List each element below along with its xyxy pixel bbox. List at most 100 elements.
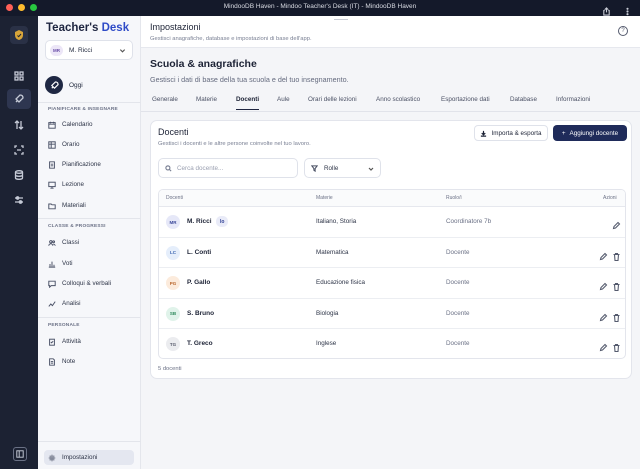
teachers-count: 5 docenti bbox=[158, 366, 182, 372]
section-label-class: CLASSE & PROGRESSI bbox=[48, 224, 106, 229]
calendar-icon bbox=[48, 121, 56, 129]
table-row[interactable]: MR M. Ricci Io Italiano, Storia Coordinatore… bbox=[159, 207, 625, 238]
header-title: Impostazioni bbox=[150, 22, 201, 32]
tab-informazioni[interactable]: Informazioni bbox=[556, 96, 590, 109]
users-icon bbox=[48, 239, 56, 246]
page-header: Impostazioni Gestisci anagrafiche, datab… bbox=[141, 16, 640, 48]
delete-icon[interactable] bbox=[612, 248, 621, 261]
avatar: SB bbox=[166, 306, 180, 321]
sidebar-item-lezione[interactable]: Lezione bbox=[44, 177, 134, 192]
tab-anno-scolastico[interactable]: Anno scolastico bbox=[376, 96, 420, 109]
page-title: Scuola & anagrafiche bbox=[150, 58, 257, 70]
delete-icon[interactable] bbox=[612, 309, 621, 322]
tab-database[interactable]: Database bbox=[510, 96, 537, 109]
table-row[interactable]: SB S. Bruno Biologia Docente bbox=[159, 299, 625, 329]
sidebar-item-attivita[interactable]: Attività bbox=[44, 334, 134, 349]
role-filter-select[interactable]: Rolle bbox=[304, 158, 381, 178]
teacher-role: Docente bbox=[446, 309, 470, 317]
sidebar-item-calendario[interactable]: Calendario bbox=[44, 117, 134, 132]
teacher-name: M. Ricci bbox=[187, 218, 212, 225]
avatar: TG bbox=[166, 337, 180, 351]
rail-sync-icon[interactable] bbox=[7, 115, 31, 135]
tab-generale[interactable]: Generale bbox=[152, 96, 178, 109]
filter-icon bbox=[311, 164, 318, 172]
chart-icon bbox=[48, 261, 56, 268]
folder-icon bbox=[48, 203, 56, 209]
title-bar: MindooDB Haven - Mindoo Teacher's Desk (… bbox=[0, 0, 640, 16]
teacher-role: Docente bbox=[446, 248, 470, 256]
tasks-icon bbox=[49, 338, 55, 346]
tab-orari[interactable]: Orari delle lezioni bbox=[308, 96, 357, 109]
rail-scan-icon[interactable] bbox=[7, 140, 31, 160]
add-teacher-button[interactable]: + Aggiungi docente bbox=[553, 125, 627, 141]
note-icon bbox=[49, 357, 55, 366]
toggle-sidebar-icon[interactable] bbox=[13, 447, 27, 461]
window-title: MindooDB Haven - Mindoo Teacher's Desk (… bbox=[223, 3, 417, 10]
teacher-name: S. Bruno bbox=[187, 309, 215, 317]
rail-rocket-icon[interactable] bbox=[7, 89, 31, 109]
delete-icon[interactable] bbox=[612, 339, 621, 353]
card-subtitle: Gestisci i docenti e le altre persone co… bbox=[158, 141, 311, 147]
sidebar-item-colloqui[interactable]: Colloqui & verbali bbox=[44, 276, 134, 291]
rail-sliders-icon[interactable] bbox=[7, 190, 31, 210]
tab-materie[interactable]: Materie bbox=[196, 96, 217, 109]
edit-icon[interactable] bbox=[599, 278, 608, 291]
rocket-icon bbox=[45, 76, 63, 94]
lesson-icon bbox=[48, 181, 56, 189]
section-label-planning: PIANIFICARE & INSEGNARE bbox=[48, 107, 118, 112]
avatar: PG bbox=[166, 276, 180, 290]
sidebar-item-pianificazione[interactable]: Pianificazione bbox=[44, 157, 134, 172]
app-logo-icon bbox=[10, 26, 28, 44]
teacher-name: P. Gallo bbox=[187, 279, 211, 286]
analytics-icon bbox=[48, 300, 56, 307]
avatar: LC bbox=[166, 245, 180, 260]
brand-title: Teacher's Desk bbox=[46, 22, 130, 34]
sidebar-item-voti[interactable]: Voti bbox=[44, 256, 134, 271]
drag-handle[interactable] bbox=[334, 16, 348, 20]
sidebar-item-note[interactable]: Note bbox=[44, 354, 134, 369]
sidebar-item-orario[interactable]: Orario bbox=[44, 137, 134, 152]
help-icon[interactable]: ? bbox=[618, 26, 628, 36]
search-field[interactable] bbox=[158, 158, 298, 178]
table-row[interactable]: PG P. Gallo Educazione fisica Docente bbox=[159, 268, 625, 299]
section-label-personal: PERSONALE bbox=[48, 323, 80, 328]
tab-aule[interactable]: Aule bbox=[277, 96, 290, 109]
table-row[interactable]: LC L. Conti Matematica Docente bbox=[159, 238, 625, 268]
search-input[interactable] bbox=[177, 164, 297, 172]
edit-icon[interactable] bbox=[599, 248, 608, 260]
download-icon bbox=[481, 130, 487, 137]
edit-icon[interactable] bbox=[599, 339, 608, 352]
import-export-button[interactable]: Importa & esporta bbox=[474, 125, 548, 141]
avatar: MR bbox=[166, 215, 180, 229]
sidebar-item-materiali[interactable]: Materiali bbox=[44, 198, 134, 213]
rail-database-icon[interactable] bbox=[7, 165, 31, 185]
self-badge: Io bbox=[216, 216, 229, 227]
teacher-role: Docente bbox=[446, 340, 470, 347]
edit-icon[interactable] bbox=[599, 309, 608, 321]
user-selector[interactable]: MR M. Ricci bbox=[45, 40, 133, 60]
edit-icon[interactable] bbox=[612, 217, 621, 230]
avatar: MR bbox=[50, 44, 63, 56]
tab-docenti[interactable]: Docenti bbox=[236, 96, 260, 110]
sidebar: Teacher's Desk MR M. Ricci Oggi PIANIFIC… bbox=[38, 16, 141, 469]
rail-dashboard-icon[interactable] bbox=[7, 66, 31, 86]
teacher-subjects: Educazione fisica bbox=[316, 279, 366, 286]
plus-icon: + bbox=[561, 129, 566, 137]
delete-icon[interactable] bbox=[612, 278, 621, 292]
search-icon bbox=[165, 164, 172, 172]
teacher-role: Coordinatore 7b bbox=[446, 218, 492, 225]
main-content: Impostazioni Gestisci anagrafiche, datab… bbox=[141, 16, 640, 469]
sidebar-item-impostazioni[interactable]: Impostazioni bbox=[44, 450, 134, 465]
tab-esportazione[interactable]: Esportazione dati bbox=[441, 96, 490, 109]
teacher-subjects: Biologia bbox=[316, 309, 339, 317]
sidebar-item-oggi[interactable]: Oggi bbox=[45, 74, 83, 96]
gear-icon bbox=[48, 454, 56, 461]
table-header: Docenti Materie Ruolo/i Azioni bbox=[159, 190, 625, 207]
table-row[interactable]: TG T. Greco Inglese Docente bbox=[159, 329, 625, 358]
page-subtitle: Gestisci i dati di base della tua scuola… bbox=[150, 75, 349, 84]
teacher-role: Docente bbox=[446, 279, 470, 286]
sidebar-item-analisi[interactable]: Analisi bbox=[44, 296, 134, 311]
timetable-icon bbox=[48, 140, 56, 149]
teacher-subjects: Matematica bbox=[316, 248, 349, 256]
sidebar-item-classi[interactable]: Classi bbox=[44, 235, 134, 250]
